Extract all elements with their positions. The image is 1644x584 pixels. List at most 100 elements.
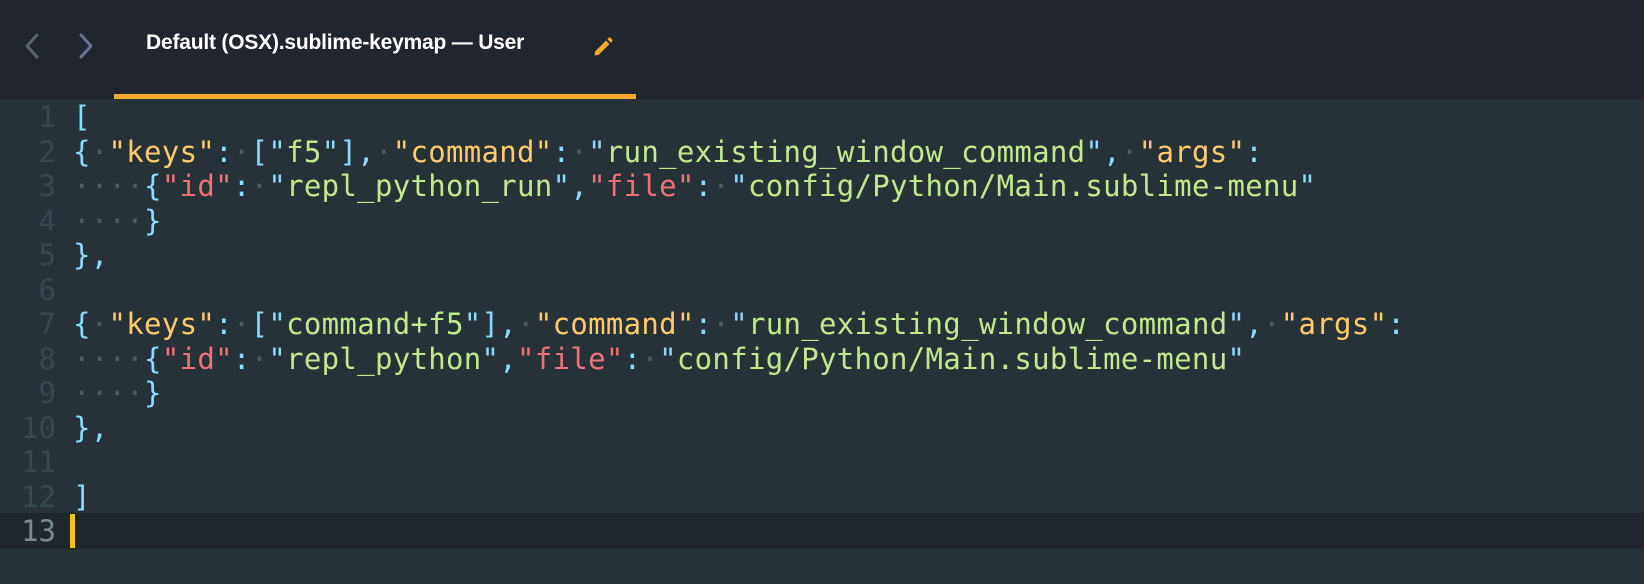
code-token: : <box>1245 134 1264 169</box>
code-token: [ <box>73 100 91 134</box>
text-cursor <box>70 514 75 548</box>
code-token: : <box>694 169 713 203</box>
tab-keymap-user[interactable]: Default (OSX).sublime-keymap — User <box>114 0 636 99</box>
whitespace-marker: · <box>250 341 269 376</box>
whitespace-marker: · <box>374 134 393 169</box>
line-number: 8 <box>38 341 56 376</box>
code-token: ] <box>73 479 91 514</box>
code-token: " <box>1298 169 1317 203</box>
code-line[interactable]: 2 {·"keys":·["f5"],·"command":·"run_exist… <box>0 134 1644 170</box>
code-token: run_existing_window_command <box>605 134 1086 169</box>
code-token: config/Python/Main.sublime-menu <box>747 169 1299 203</box>
line-number: 13 <box>21 514 56 548</box>
whitespace-marker: · <box>712 169 731 203</box>
code-line[interactable]: 1[ <box>0 99 1644 135</box>
code-token: f5 <box>286 134 322 169</box>
tab-bar: Default (OSX).sublime-keymap — User <box>0 0 1644 99</box>
code-text: }, <box>73 410 109 446</box>
whitespace-marker: · <box>517 307 535 341</box>
code-editor[interactable]: 1[2 {·"keys":·["f5"],·"command":·"run_exi… <box>0 99 1644 584</box>
whitespace-marker: · <box>641 341 660 376</box>
code-line[interactable]: 3 ····{"id":·"repl_python_run","file":·"c… <box>0 168 1644 204</box>
code-text: [ <box>73 99 91 135</box>
code-token: "keys" <box>108 134 216 169</box>
whitespace-marker: · <box>90 307 109 341</box>
code-line[interactable]: 4 ····} <box>0 203 1644 239</box>
code-token: " <box>1227 341 1246 376</box>
code-token: " <box>268 169 287 203</box>
code-text: ····} <box>73 375 162 411</box>
code-token: repl_python <box>286 341 482 376</box>
code-line[interactable]: 6 <box>0 272 1644 308</box>
line-number: 5 <box>38 238 56 272</box>
code-token: : <box>694 307 713 341</box>
line-number: 12 <box>21 479 56 514</box>
chevron-left-icon <box>25 33 39 59</box>
code-token: }, <box>73 238 109 272</box>
editor-window: Default (OSX).sublime-keymap — User 1[2{… <box>0 0 1644 584</box>
code-token: "], <box>321 134 375 169</box>
line-number: 9 <box>38 376 56 410</box>
code-token: "], <box>463 307 518 341</box>
code-text: }, <box>73 237 109 273</box>
line-number: 4 <box>38 203 56 238</box>
code-token: ", <box>1085 134 1121 169</box>
tab-title: Default (OSX).sublime-keymap — User <box>146 31 525 54</box>
pencil-icon[interactable] <box>592 36 614 58</box>
code-token: : <box>215 307 233 341</box>
line-number: 6 <box>38 272 56 307</box>
whitespace-marker: · <box>232 307 251 341</box>
code-text: ····{"id":·"repl_python","file":·"config… <box>73 341 1245 377</box>
code-token: " <box>730 169 748 203</box>
code-token: : <box>232 341 251 376</box>
code-token: "command" <box>392 134 553 169</box>
code-token: ", <box>552 169 589 203</box>
code-token: } <box>144 203 162 238</box>
code-line[interactable]: 10}, <box>0 410 1644 446</box>
code-line[interactable]: 9 ····} <box>0 375 1644 411</box>
code-text: {·"keys":·["command+f5"],·"command":·"ru… <box>73 306 1405 342</box>
whitespace-marker: · <box>712 307 731 341</box>
code-token: command+f5 <box>286 307 464 341</box>
code-token: "file" <box>588 169 695 203</box>
code-token: "args" <box>1280 307 1388 341</box>
code-token: : <box>1387 307 1406 341</box>
code-line[interactable]: 12] <box>0 479 1644 515</box>
line-number: 11 <box>21 445 56 479</box>
code-line[interactable]: 8 ····{"id":·"repl_python","file":·"confi… <box>0 341 1644 377</box>
line-number: 7 <box>38 307 56 341</box>
code-token: "id" <box>161 341 233 376</box>
whitespace-marker: ···· <box>73 376 145 410</box>
code-line[interactable]: 7 {·"keys":·["command+f5"],·"command":·"r… <box>0 306 1644 342</box>
code-token: }, <box>73 410 109 445</box>
code-token: " <box>730 307 748 341</box>
code-token: [" <box>250 134 287 169</box>
code-token: : <box>232 169 251 203</box>
whitespace-marker: · <box>232 134 251 169</box>
whitespace-marker: ···· <box>73 169 145 203</box>
code-token: config/Python/Main.sublime-menu <box>676 341 1228 376</box>
whitespace-marker: · <box>90 134 109 169</box>
code-token: "id" <box>161 169 233 203</box>
code-token: : <box>215 134 233 169</box>
code-token: { <box>73 307 91 341</box>
code-token: "keys" <box>108 307 216 341</box>
code-line[interactable]: 5}, <box>0 237 1644 273</box>
code-token: repl_python_run <box>286 169 553 203</box>
back-button[interactable] <box>16 30 48 62</box>
code-text: ····} <box>73 203 162 239</box>
whitespace-marker: · <box>1263 307 1281 341</box>
code-line[interactable]: 13 <box>0 513 1644 549</box>
forward-button[interactable] <box>70 30 102 62</box>
code-token: "file" <box>517 341 624 376</box>
code-token: " <box>268 341 287 376</box>
code-token: [" <box>250 307 287 341</box>
code-token: "command" <box>534 307 695 341</box>
line-number: 1 <box>38 100 56 134</box>
code-token: ", <box>481 341 518 376</box>
code-token: : <box>623 341 642 376</box>
code-text: ] <box>73 479 91 515</box>
code-token: "args" <box>1138 134 1246 169</box>
code-line[interactable]: 11 <box>0 444 1644 480</box>
code-token: run_existing_window_command <box>747 307 1228 341</box>
